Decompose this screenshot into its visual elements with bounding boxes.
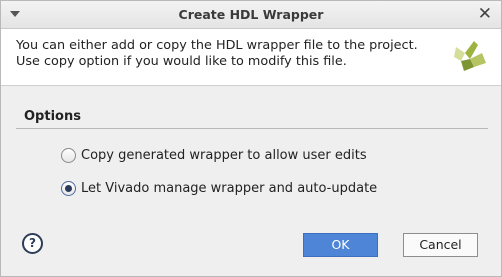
radio-copy-wrapper[interactable]: Copy generated wrapper to allow user edi…	[61, 146, 367, 164]
dialog-header: You can either add or copy the HDL wrapp…	[1, 29, 501, 86]
options-divider	[16, 128, 488, 129]
vivado-logo-icon	[454, 41, 486, 71]
radio-button-unchecked[interactable]	[61, 147, 76, 163]
dialog-title: Create HDL Wrapper	[178, 7, 324, 22]
options-heading: Options	[24, 109, 81, 124]
header-description: You can either add or copy the HDL wrapp…	[16, 38, 418, 69]
radio-copy-wrapper-label: Copy generated wrapper to allow user edi…	[81, 147, 367, 163]
cancel-button[interactable]: Cancel	[403, 233, 478, 257]
close-icon[interactable]: ✕	[478, 4, 492, 24]
create-hdl-wrapper-dialog: Create HDL Wrapper ✕ You can either add …	[0, 0, 502, 277]
radio-vivado-manage[interactable]: Let Vivado manage wrapper and auto-updat…	[61, 179, 377, 197]
radio-button-checked[interactable]	[61, 180, 76, 196]
ok-button[interactable]: OK	[303, 233, 378, 257]
help-icon[interactable]: ?	[22, 233, 43, 254]
title-bar: Create HDL Wrapper ✕	[1, 1, 501, 29]
radio-vivado-manage-label: Let Vivado manage wrapper and auto-updat…	[81, 180, 378, 196]
